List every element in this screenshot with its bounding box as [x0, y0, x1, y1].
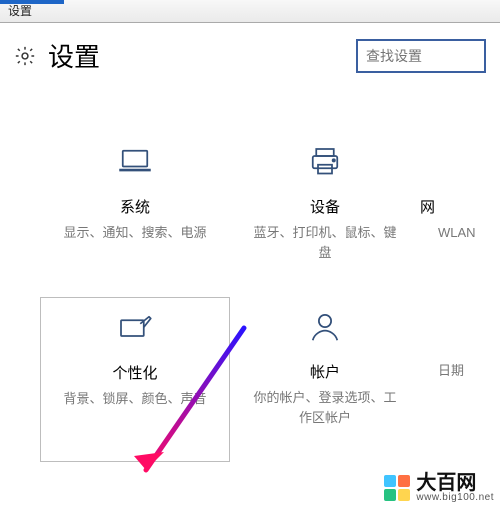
window-title: 设置 [8, 4, 32, 18]
laptop-icon [40, 140, 230, 186]
gear-icon [14, 45, 36, 67]
watermark-url: www.big100.net [416, 493, 494, 503]
tile-title: 网 [420, 196, 475, 217]
printer-icon [230, 140, 420, 186]
page-title: 设置 [48, 37, 100, 74]
logo-sq [384, 475, 396, 487]
search-input[interactable] [364, 47, 478, 65]
tile-desc: 显示、通知、搜索、电源 [58, 223, 212, 243]
watermark-text: 大百网 www.big100.net [416, 473, 494, 503]
tile-desc: 日期 [438, 361, 475, 381]
window-accent-bar [0, 0, 64, 4]
watermark-brand: 大百网 [416, 473, 494, 493]
tile-desc: 你的帐户、登录选项、工作区帐户 [248, 388, 402, 427]
tile-personalization[interactable]: 个性化 背景、锁屏、颜色、声音 [40, 297, 230, 462]
tile-accounts[interactable]: 帐户 你的帐户、登录选项、工作区帐户 [230, 297, 420, 462]
logo-sq [398, 475, 410, 487]
tile-system[interactable]: 系统 显示、通知、搜索、电源 [40, 132, 230, 297]
tile-desc: 背景、锁屏、颜色、声音 [59, 389, 211, 409]
settings-grid: 系统 显示、通知、搜索、电源 设备 蓝牙、打印机、鼠标、键盘 网 [0, 92, 500, 462]
tile-title: 设备 [230, 196, 420, 217]
tile-title: 系统 [40, 196, 230, 217]
watermark-logo-icon [384, 475, 410, 501]
logo-sq [398, 489, 410, 501]
paintbrush-icon [41, 306, 229, 352]
globe-icon [420, 140, 475, 186]
tile-network[interactable]: 网 WLAN [420, 132, 475, 297]
logo-sq [384, 489, 396, 501]
header: 设置 [0, 23, 500, 92]
tile-desc: WLAN [438, 223, 475, 243]
watermark: 大百网 www.big100.net [384, 473, 494, 503]
tile-desc: 蓝牙、打印机、鼠标、键盘 [248, 223, 402, 262]
tile-title: 个性化 [41, 362, 229, 383]
search-box[interactable] [356, 39, 486, 73]
window-titlebar: 设置 [0, 0, 500, 23]
person-icon [230, 305, 420, 351]
clock-icon [420, 305, 475, 351]
tile-title: 帐户 [230, 361, 420, 382]
tile-time-language[interactable]: 日期 [420, 297, 475, 462]
tile-devices[interactable]: 设备 蓝牙、打印机、鼠标、键盘 [230, 132, 420, 297]
